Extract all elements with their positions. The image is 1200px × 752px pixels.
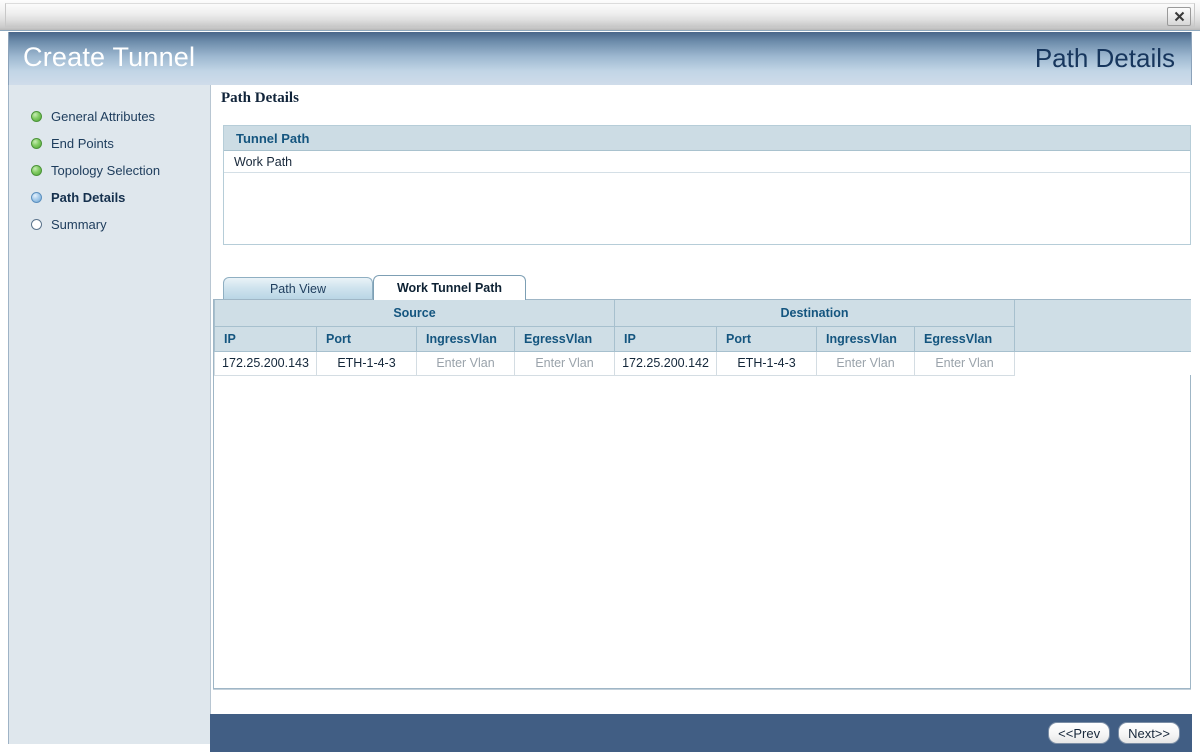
cell-dest-ip: 172.25.200.142 xyxy=(614,350,718,376)
footer-button-group: <<Prev Next>> xyxy=(1048,722,1180,744)
current-step-title: Path Details xyxy=(1034,43,1175,73)
sidebar-item-path-details[interactable]: Path Details xyxy=(31,188,206,206)
step-status-icon xyxy=(31,218,42,230)
column-header-source-ingressvlan[interactable]: IngressVlan xyxy=(416,325,515,352)
tunnel-path-row-label: Work Path xyxy=(234,154,293,169)
cell-dest-egress-vlan-input[interactable]: Enter Vlan xyxy=(914,350,1016,376)
step-status-icon xyxy=(31,191,42,203)
sidebar-item-label: End Points xyxy=(51,135,114,151)
tab-label: Path View xyxy=(269,282,327,296)
close-icon[interactable] xyxy=(1167,7,1191,26)
sidebar-item-label: Summary xyxy=(51,216,107,232)
step-status-icon xyxy=(31,164,42,176)
content-area: Path Details Tunnel Path Work Path Path … xyxy=(211,85,1192,744)
sidebar-item-general-attributes[interactable]: General Attributes xyxy=(31,107,206,125)
create-tunnel-window: Create Tunnel Path Details General Attri… xyxy=(0,0,1200,752)
table-group-header-row: Source Destination xyxy=(213,300,1191,352)
sidebar-item-end-points[interactable]: End Points xyxy=(31,134,206,152)
cell-source-egress-vlan-input[interactable]: Enter Vlan xyxy=(513,350,616,376)
column-header-source-ip[interactable]: IP xyxy=(214,325,317,352)
wizard-footer: <<Prev Next>> xyxy=(210,714,1192,752)
step-list: General Attributes End Points Topology S… xyxy=(31,107,206,242)
tunnel-path-header-label: Tunnel Path xyxy=(236,130,310,146)
column-header-dest-ingressvlan[interactable]: IngressVlan xyxy=(816,325,916,352)
prev-button[interactable]: <<Prev xyxy=(1048,722,1111,744)
window-titlebar-inner xyxy=(5,3,1195,28)
list-item[interactable]: Work Path xyxy=(224,151,1190,173)
wizard-body: General Attributes End Points Topology S… xyxy=(8,85,1192,744)
group-header-destination: Destination xyxy=(614,300,1016,327)
sidebar-item-summary[interactable]: Summary xyxy=(31,215,206,233)
group-header-filler xyxy=(1014,300,1191,352)
sidebar-item-label: General Attributes xyxy=(51,108,156,124)
column-header-source-egressvlan[interactable]: EgressVlan xyxy=(513,325,616,352)
group-header-source: Source xyxy=(213,300,616,327)
wizard-step-sidebar: General Attributes End Points Topology S… xyxy=(9,85,211,744)
tab-work-tunnel-path[interactable]: Work Tunnel Path xyxy=(373,275,526,300)
wizard-header: Create Tunnel Path Details xyxy=(8,32,1192,85)
tunnel-path-panel: Tunnel Path Work Path xyxy=(223,125,1191,245)
tab-strip: Path View Work Tunnel Path xyxy=(223,275,1191,300)
step-status-icon xyxy=(31,137,42,149)
step-status-icon xyxy=(31,110,42,122)
cell-dest-ingress-vlan-input[interactable]: Enter Vlan xyxy=(816,350,916,376)
table-row[interactable]: 172.25.200.143 ETH-1-4-3 Enter Vlan Ente… xyxy=(214,350,1191,376)
tab-path-view[interactable]: Path View xyxy=(223,277,373,300)
next-button[interactable]: Next>> xyxy=(1118,722,1180,744)
path-table-panel: Source Destination IP Port IngressVlan E… xyxy=(213,299,1191,689)
tunnel-path-header: Tunnel Path xyxy=(224,126,1190,151)
path-details-table: Source Destination IP Port IngressVlan E… xyxy=(213,300,1191,376)
cell-filler xyxy=(1014,351,1191,375)
cell-source-ip: 172.25.200.143 xyxy=(214,350,317,376)
window-titlebar xyxy=(0,0,1200,31)
sidebar-item-label: Topology Selection xyxy=(51,162,161,178)
cell-dest-port: ETH-1-4-3 xyxy=(716,350,818,376)
sidebar-item-topology-selection[interactable]: Topology Selection xyxy=(31,161,206,179)
column-header-dest-egressvlan[interactable]: EgressVlan xyxy=(914,325,1016,352)
section-heading: Path Details xyxy=(221,90,299,106)
cell-source-port: ETH-1-4-3 xyxy=(316,350,417,376)
page-title: Create Tunnel xyxy=(23,42,196,72)
column-header-dest-ip[interactable]: IP xyxy=(614,325,718,352)
cell-source-ingress-vlan-input[interactable]: Enter Vlan xyxy=(416,350,515,376)
column-header-dest-port[interactable]: Port xyxy=(716,325,818,352)
sidebar-item-label: Path Details xyxy=(51,189,126,205)
column-header-source-port[interactable]: Port xyxy=(316,325,417,352)
tab-label: Work Tunnel Path xyxy=(396,281,503,295)
